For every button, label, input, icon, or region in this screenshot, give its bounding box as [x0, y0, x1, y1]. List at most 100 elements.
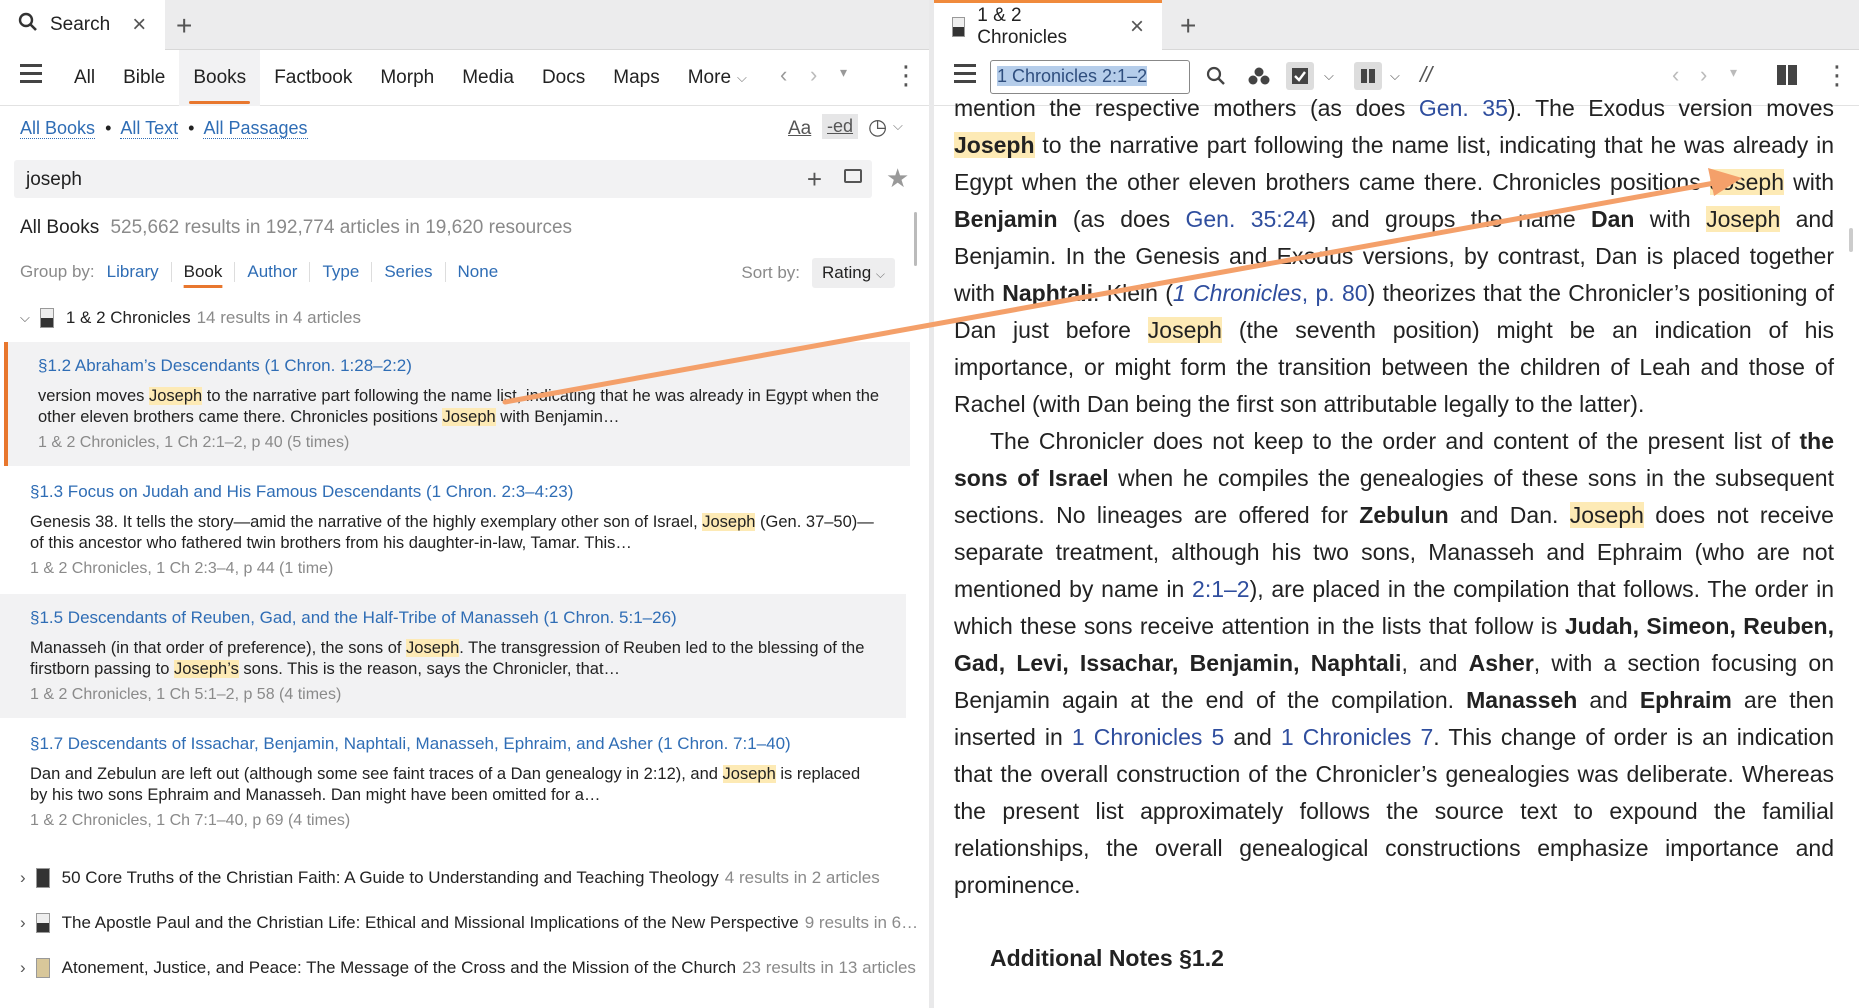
- menu-icon[interactable]: [20, 64, 42, 84]
- sort-select[interactable]: Rating ⌵: [812, 258, 895, 288]
- all-text-link[interactable]: All Text: [120, 118, 179, 139]
- sort-by-bar: Sort by: Rating ⌵: [741, 258, 895, 288]
- group-none[interactable]: None: [444, 262, 511, 282]
- tab-more[interactable]: More ⌵: [674, 50, 761, 106]
- result-item[interactable]: §1.3 Focus on Judah and His Famous Desce…: [0, 468, 906, 592]
- search-input-value: joseph: [26, 169, 82, 190]
- bible-link[interactable]: Gen. 35:24: [1185, 206, 1308, 232]
- resource-title: 50 Core Truths of the Christian Faith: A…: [61, 868, 719, 887]
- keyboard-icon[interactable]: [844, 169, 862, 183]
- kebab-menu-icon[interactable]: ⋮: [893, 60, 919, 91]
- kebab-menu-icon[interactable]: ⋮: [1824, 60, 1850, 91]
- bible-link[interactable]: Gen. 35: [1419, 95, 1508, 121]
- citation-link[interactable]: 1 Chronicles, p. 80: [1173, 280, 1368, 306]
- forward-icon[interactable]: ›: [810, 62, 817, 88]
- history-dropdown-icon[interactable]: ▾: [1730, 64, 1737, 81]
- result-snippet: Manasseh (in that order of preference), …: [30, 639, 865, 678]
- chevron-right-icon: ›: [20, 868, 26, 887]
- sort-value: Rating: [822, 263, 872, 282]
- checklist-icon[interactable]: [1286, 62, 1314, 90]
- chevron-down-icon[interactable]: ⌵: [1390, 68, 1400, 84]
- result-meta: 1 & 2 Chronicles, 1 Ch 5:1–2, p 58 (4 ti…: [30, 686, 342, 703]
- book-cover-icon: [39, 308, 54, 328]
- tab-maps[interactable]: Maps: [599, 50, 673, 106]
- right-tab-bar: 1 & 2 Chronicles × +: [934, 0, 1859, 50]
- stemming-toggle[interactable]: -ed: [822, 114, 859, 139]
- reference-input[interactable]: 1 Chronicles 2:1–2: [990, 60, 1190, 94]
- new-tab-icon[interactable]: +: [1180, 10, 1196, 42]
- all-books-link[interactable]: All Books: [20, 118, 96, 139]
- result-item[interactable]: §1.7 Descendants of Issachar, Benjamin, …: [0, 720, 906, 844]
- tab-factbook[interactable]: Factbook: [260, 50, 366, 106]
- tab-all[interactable]: All: [60, 50, 109, 106]
- group-author[interactable]: Author: [234, 262, 309, 282]
- scrollbar[interactable]: [1849, 228, 1853, 252]
- result-title[interactable]: §1.7 Descendants of Issachar, Benjamin, …: [30, 734, 876, 754]
- new-tab-icon[interactable]: +: [176, 10, 192, 42]
- results-label: All Books: [20, 217, 100, 238]
- timer-icon[interactable]: ◷: [868, 114, 887, 140]
- history-dropdown-icon[interactable]: ▾: [840, 64, 847, 81]
- result-snippet: Genesis 38. It tells the story—amid the …: [30, 513, 874, 552]
- search-input[interactable]: joseph +: [14, 160, 872, 198]
- resource-group-collapsed[interactable]: › 50 Core Truths of the Christian Faith:…: [20, 868, 880, 888]
- search-kind-tabs: All Bible Books Factbook Morph Media Doc…: [60, 50, 761, 106]
- reader-panel: 1 & 2 Chronicles × + 1 Chronicles 2:1–2 …: [934, 0, 1859, 1008]
- group-library[interactable]: Library: [95, 262, 171, 282]
- reference-value: 1 Chronicles 2:1–2: [997, 66, 1148, 86]
- search-tab[interactable]: Search ×: [0, 0, 165, 50]
- book-text: mention the respective mothers (as does …: [954, 90, 1834, 904]
- menu-icon[interactable]: [954, 64, 976, 84]
- match-case-toggle[interactable]: Aa: [788, 118, 811, 140]
- book-cover-icon: [952, 16, 966, 37]
- book-cover-icon: [35, 913, 50, 933]
- forward-icon[interactable]: ›: [1700, 62, 1707, 88]
- tab-docs[interactable]: Docs: [528, 50, 599, 106]
- separator-dot: •: [188, 118, 195, 138]
- result-meta: 1 & 2 Chronicles, 1 Ch 2:3–4, p 44 (1 ti…: [30, 560, 334, 577]
- search-panel: Search × + All Bible Books Factbook Morp…: [0, 0, 929, 1008]
- result-title[interactable]: §1.5 Descendants of Reuben, Gad, and the…: [30, 608, 876, 628]
- tab-media[interactable]: Media: [448, 50, 528, 106]
- star-icon[interactable]: ★: [886, 163, 909, 194]
- chevron-down-icon: ⌵: [875, 267, 885, 281]
- left-toolbar: All Bible Books Factbook Morph Media Doc…: [0, 50, 929, 106]
- result-item[interactable]: §1.5 Descendants of Reuben, Gad, and the…: [0, 594, 906, 718]
- group-type[interactable]: Type: [309, 262, 371, 282]
- add-icon[interactable]: +: [807, 164, 822, 195]
- visual-filter-icon[interactable]: [1248, 66, 1270, 91]
- parallel-resources-icon[interactable]: //: [1420, 62, 1432, 88]
- result-meta: 1 & 2 Chronicles, 1 Ch 2:1–2, p 40 (5 ti…: [38, 434, 350, 451]
- result-title[interactable]: §1.3 Focus on Judah and His Famous Desce…: [30, 482, 876, 502]
- book-tab[interactable]: 1 & 2 Chronicles ×: [934, 0, 1162, 50]
- chevron-down-icon[interactable]: ⌵: [893, 118, 903, 134]
- resource-group-header[interactable]: ⌵ 1 & 2 Chronicles 14 results in 4 artic…: [20, 308, 361, 328]
- all-passages-link[interactable]: All Passages: [203, 118, 308, 139]
- group-series[interactable]: Series: [371, 262, 444, 282]
- search-hit: Joseph: [1709, 169, 1784, 195]
- scrollbar[interactable]: [914, 212, 917, 266]
- book-cover-icon: [35, 868, 50, 888]
- search-hit: Joseph: [954, 132, 1035, 158]
- results-count: 525,662 results in 192,774 articles in 1…: [110, 217, 573, 238]
- resource-group-collapsed[interactable]: › Atonement, Justice, and Peace: The Mes…: [20, 958, 916, 978]
- back-icon[interactable]: ‹: [780, 62, 787, 88]
- bible-link[interactable]: 1 Chronicles 7: [1281, 724, 1433, 750]
- close-icon[interactable]: ×: [1130, 13, 1144, 41]
- back-icon[interactable]: ‹: [1672, 62, 1679, 88]
- tab-books[interactable]: Books: [179, 50, 261, 106]
- result-item[interactable]: §1.2 Abraham’s Descendants (1 Chron. 1:2…: [4, 342, 910, 466]
- tab-morph[interactable]: Morph: [366, 50, 448, 106]
- tab-bible[interactable]: Bible: [109, 50, 179, 106]
- bible-link[interactable]: 1 Chronicles 5: [1072, 724, 1224, 750]
- search-icon[interactable]: [1206, 66, 1226, 91]
- group-book[interactable]: Book: [170, 262, 235, 282]
- chevron-down-icon[interactable]: ⌵: [1324, 68, 1334, 84]
- close-icon[interactable]: ×: [132, 11, 146, 39]
- bible-link[interactable]: 2:1–2: [1192, 576, 1250, 602]
- split-view-icon[interactable]: [1776, 64, 1798, 91]
- result-snippet: Dan and Zebulun are left out (although s…: [30, 765, 861, 804]
- result-title[interactable]: §1.2 Abraham’s Descendants (1 Chron. 1:2…: [38, 356, 880, 376]
- resource-group-collapsed[interactable]: › The Apostle Paul and the Christian Lif…: [20, 913, 918, 933]
- columns-icon[interactable]: [1354, 62, 1382, 90]
